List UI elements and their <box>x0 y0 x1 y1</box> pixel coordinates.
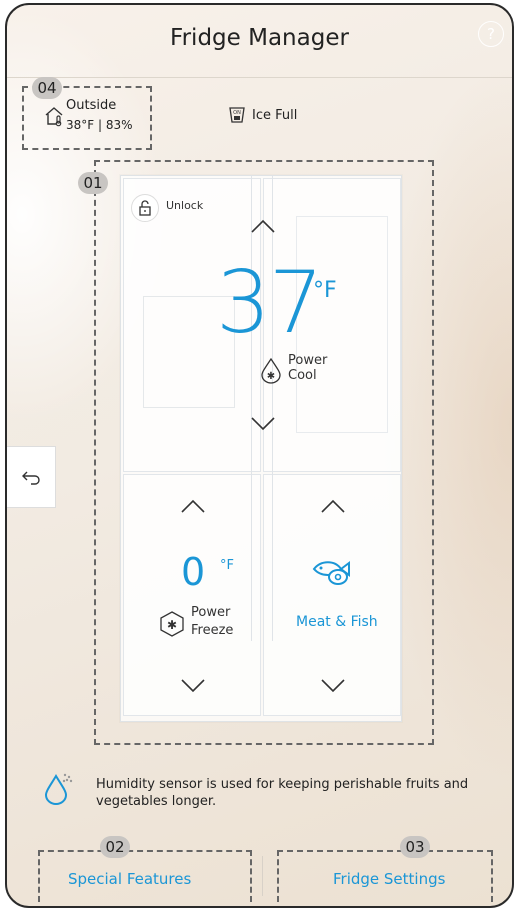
power-cool-line2: Cool <box>288 368 317 383</box>
fridge-temp-down-icon[interactable] <box>250 416 276 432</box>
freezer-temperature-unit: °F <box>220 558 234 573</box>
freezer-temperature: 0 <box>181 550 206 594</box>
outside-label: Outside <box>66 98 117 113</box>
power-cool-line1: Power <box>288 353 328 368</box>
ice-maker-icon: ON <box>229 107 245 123</box>
special-features-badge: 02 <box>100 836 130 858</box>
fridge-settings-button[interactable]: Fridge Settings <box>333 870 445 888</box>
fridge-settings-badge: 03 <box>400 836 430 858</box>
fridge-temperature: 37 <box>216 253 323 353</box>
freezer-temp-up-icon[interactable] <box>180 498 206 514</box>
help-icon[interactable]: ? <box>478 21 504 47</box>
title-bar: Fridge Manager ? <box>7 5 512 78</box>
outside-badge: 04 <box>32 77 62 99</box>
svg-text:✱: ✱ <box>267 371 275 382</box>
fridge-temperature-unit: °F <box>313 278 337 303</box>
freezer-temp-down-icon[interactable] <box>180 678 206 694</box>
power-freeze-icon: ✱ <box>160 611 184 637</box>
svg-text:✱: ✱ <box>167 618 177 632</box>
fridge-temp-up-icon[interactable] <box>250 218 276 234</box>
fridge-badge: 01 <box>78 172 108 194</box>
bottom-divider <box>262 856 263 896</box>
flex-mode-down-icon[interactable] <box>320 678 346 694</box>
back-arrow-icon <box>22 471 40 485</box>
meat-fish-icon <box>312 561 350 585</box>
unlock-label: Unlock <box>166 199 204 212</box>
page-title: Fridge Manager <box>170 25 349 51</box>
ice-status: Ice Full <box>252 108 298 123</box>
flex-mode-label: Meat & Fish <box>296 614 378 630</box>
unlock-icon <box>139 200 151 216</box>
special-features-button[interactable]: Special Features <box>68 870 191 888</box>
humidity-info-text: Humidity sensor is used for keeping peri… <box>96 777 469 809</box>
outside-value: 38°F | 83% <box>66 118 133 132</box>
unlock-button[interactable] <box>131 194 159 222</box>
center-handle <box>251 176 273 641</box>
power-cool-icon: ✱ <box>261 357 281 384</box>
flex-mode-up-icon[interactable] <box>320 498 346 514</box>
back-button[interactable] <box>7 446 56 508</box>
power-freeze-line2: Freeze <box>191 623 234 638</box>
home-thermometer-icon <box>45 107 63 127</box>
svg-text:ON: ON <box>233 110 241 116</box>
humidity-drop-icon <box>44 773 73 805</box>
power-freeze-line1: Power <box>191 605 231 620</box>
